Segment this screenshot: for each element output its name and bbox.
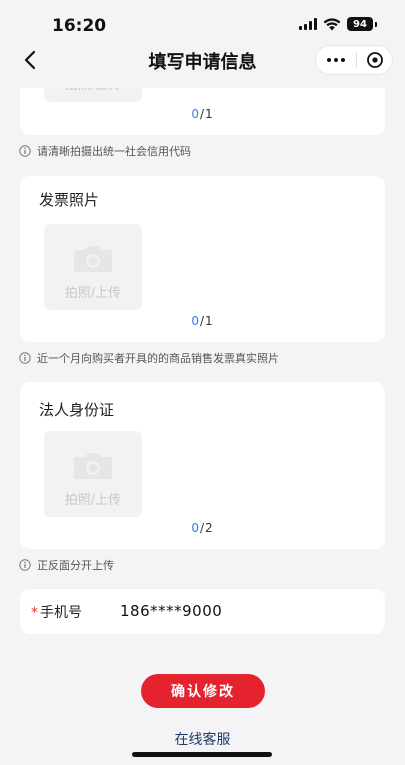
camera-icon	[74, 453, 112, 479]
phone-value[interactable]: 186****9000	[120, 602, 222, 620]
card-title: 法人身份证	[39, 401, 115, 419]
home-indicator[interactable]	[132, 752, 272, 757]
id-card-upload-card: 法人身份证 拍照/上传 0/2	[20, 382, 385, 549]
info-icon	[19, 145, 31, 157]
phone-card: * 手机号 186****9000	[20, 589, 385, 634]
top-bar: 16:20 94 填写申请信息	[0, 0, 405, 88]
hint-text: 正反面分开上传	[37, 559, 114, 572]
upload-label: 拍照/上传	[64, 493, 122, 508]
online-service-link[interactable]: 在线客服	[0, 729, 405, 749]
mini-program-capsule	[315, 45, 393, 75]
hint-text: 请清晰拍摄出统一社会信用代码	[37, 145, 191, 158]
license-photo-counter: 0/1	[191, 107, 214, 121]
hint-text: 近一个月向购买者开具的的商品销售发票真实照片	[37, 352, 279, 365]
upload-label: 拍照/上传	[64, 286, 122, 301]
phone-label: * 手机号	[31, 605, 82, 621]
invoice-hint: 近一个月向购买者开具的的商品销售发票真实照片	[19, 350, 279, 366]
confirm-edit-button[interactable]: 确认修改	[141, 674, 265, 708]
id-card-hint: 正反面分开上传	[19, 557, 114, 573]
status-time: 16:20	[52, 16, 107, 36]
wifi-icon	[323, 17, 341, 30]
id-card-upload-box[interactable]: 拍照/上传	[44, 431, 142, 517]
id-card-photo-counter: 0/2	[191, 521, 214, 535]
status-icons: 94	[299, 17, 377, 31]
invoice-upload-box[interactable]: 拍照/上传	[44, 224, 142, 310]
battery-indicator: 94	[347, 17, 373, 31]
card-title: 发票照片	[39, 191, 100, 209]
camera-icon	[74, 246, 112, 272]
battery-tip	[375, 21, 377, 27]
more-icon[interactable]	[316, 46, 356, 74]
close-mini-program-icon[interactable]	[357, 46, 392, 74]
invoice-photo-counter: 0/1	[191, 314, 214, 328]
invoice-upload-card: 发票照片 拍照/上传 0/1	[20, 176, 385, 342]
signal-icon	[299, 18, 317, 30]
license-hint: 请清晰拍摄出统一社会信用代码	[19, 143, 191, 159]
info-icon	[19, 352, 31, 364]
required-mark: *	[31, 605, 38, 621]
info-icon	[19, 559, 31, 571]
